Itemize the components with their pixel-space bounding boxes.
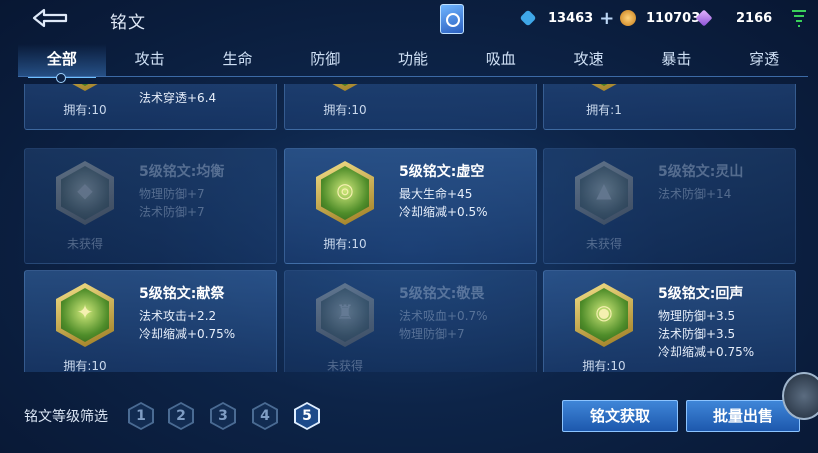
inscription-card[interactable]: V 拥有:1 xyxy=(543,84,796,130)
tab-utility[interactable]: 功能 xyxy=(369,44,457,76)
gem-icon xyxy=(695,9,713,27)
level-filter-3[interactable]: 3 xyxy=(210,402,236,430)
owned-count: 拥有:1 xyxy=(586,103,622,117)
inscription-card-void[interactable]: ◎ 5级铭文:虚空 最大生命+45 冷却缩减+0.5% 拥有:10 xyxy=(284,148,537,264)
level-number: 2 xyxy=(170,404,192,428)
inscription-emblem-icon: ▲ xyxy=(575,161,633,225)
inscription-emblem-icon: V xyxy=(56,84,114,91)
inscription-name: 5级铭文:均衡 xyxy=(139,164,225,180)
level-filter-5[interactable]: 5 xyxy=(294,402,320,430)
inscription-card-spirit-mountain[interactable]: ▲ 5级铭文:灵山 法术防御+14 未获得 xyxy=(543,148,796,264)
owned-count: 未获得 xyxy=(326,359,363,372)
level-number: 4 xyxy=(254,404,276,428)
tab-lifesteal[interactable]: 吸血 xyxy=(457,44,545,76)
inscription-name: 5级铭文:灵山 xyxy=(658,164,744,180)
owned-count: 拥有:10 xyxy=(63,359,107,372)
diamond-coupon-icon xyxy=(519,9,537,27)
inscription-emblem-icon: ◎ xyxy=(316,161,374,225)
inscription-stat: 法术吸血+0.7% xyxy=(399,309,488,323)
tab-health[interactable]: 生命 xyxy=(194,44,282,76)
inscription-emblem-icon: ✦ xyxy=(56,283,114,347)
level-number: 1 xyxy=(130,404,152,428)
inscription-stat: 物理防御+7 xyxy=(399,327,465,341)
tab-attack-speed[interactable]: 攻速 xyxy=(545,44,633,76)
inscription-card-echo[interactable]: ◉ 5级铭文:回声 物理防御+3.5 法术防御+3.5 冷却缩减+0.75% 拥… xyxy=(543,270,796,372)
inscription-stat: 最大生命+45 xyxy=(399,187,473,201)
inscription-stat: 冷却缩减+0.75% xyxy=(658,345,755,359)
inscription-stat: 冷却缩减+0.75% xyxy=(139,327,236,341)
gold-value: 110703 xyxy=(646,10,701,26)
back-arrow-icon[interactable] xyxy=(26,6,72,30)
owned-count: 未获得 xyxy=(66,237,103,251)
wifi-signal-icon xyxy=(792,10,806,28)
gem-value: 2166 xyxy=(736,10,773,26)
coupon-value: 13463 xyxy=(548,10,594,26)
tab-indicator xyxy=(56,73,66,83)
inscription-card-awe[interactable]: ♜ 5级铭文:敬畏 法术吸血+0.7% 物理防御+7 未获得 xyxy=(284,270,537,372)
inscription-stat: 法术防御+3.5 xyxy=(658,327,736,341)
level-filter-4[interactable]: 4 xyxy=(252,402,278,430)
gem-balance: 2166 xyxy=(695,8,773,28)
level-number: 3 xyxy=(212,404,234,428)
inscription-card-icon[interactable] xyxy=(440,4,464,34)
inscription-stat: 法术攻击+2.2 xyxy=(139,309,217,323)
category-tabs: 全部 攻击 生命 防御 功能 吸血 攻速 暴击 穿透 xyxy=(18,44,808,78)
tab-divider xyxy=(18,76,808,77)
inscription-name: 5级铭文:回声 xyxy=(658,286,744,302)
add-currency-button[interactable]: + xyxy=(599,8,614,29)
tab-defense[interactable]: 防御 xyxy=(281,44,369,76)
inscription-card[interactable]: V 拥有:10 xyxy=(284,84,537,130)
inscription-stat: 法术防御+7 xyxy=(139,205,205,219)
inscription-stat: 物理防御+7 xyxy=(139,187,205,201)
tab-penetration[interactable]: 穿透 xyxy=(720,44,808,76)
tab-crit[interactable]: 暴击 xyxy=(632,44,720,76)
inscription-emblem-icon: ◉ xyxy=(575,283,633,347)
inscription-stat: 物理防御+3.5 xyxy=(658,309,736,323)
inscription-stat: 冷却缩减+0.5% xyxy=(399,205,488,219)
inscription-name: 5级铭文:敬畏 xyxy=(399,286,485,302)
inscription-stat: 法术防御+14 xyxy=(658,187,732,201)
inscription-emblem-icon: ◆ xyxy=(56,161,114,225)
floating-assist-button[interactable] xyxy=(782,372,818,420)
inscription-grid: V 法术穿透+6.4 拥有:10 V 拥有:10 V 拥有:1 ◆ 5级铭文:均… xyxy=(24,84,796,372)
inscription-card[interactable]: V 法术穿透+6.4 拥有:10 xyxy=(24,84,277,130)
inscription-name: 5级铭文:虚空 xyxy=(399,164,485,180)
inscription-emblem-icon: V xyxy=(316,84,374,91)
gold-coin-icon xyxy=(620,10,636,26)
owned-count: 拥有:10 xyxy=(63,103,107,117)
level-number: 5 xyxy=(296,404,318,428)
inscription-card-sacrifice[interactable]: ✦ 5级铭文:献祭 法术攻击+2.2 冷却缩减+0.75% 拥有:10 xyxy=(24,270,277,372)
inscription-emblem-icon: V xyxy=(575,84,633,91)
coupon-balance: 13463 + xyxy=(519,8,614,29)
gold-balance: 110703 xyxy=(620,8,700,28)
tab-all[interactable]: 全部 xyxy=(18,44,106,78)
owned-count: 拥有:10 xyxy=(323,237,367,251)
inscription-card-balance[interactable]: ◆ 5级铭文:均衡 物理防御+7 法术防御+7 未获得 xyxy=(24,148,277,264)
owned-count: 拥有:10 xyxy=(582,359,626,372)
tab-attack[interactable]: 攻击 xyxy=(106,44,194,76)
level-filter-1[interactable]: 1 xyxy=(128,402,154,430)
level-filter-2[interactable]: 2 xyxy=(168,402,194,430)
top-bar: 铭文 13463 + 110703 2166 xyxy=(0,0,818,38)
inscription-name: 5级铭文:献祭 xyxy=(139,286,225,302)
inscription-emblem-icon: ♜ xyxy=(316,283,374,347)
acquire-inscription-button[interactable]: 铭文获取 xyxy=(562,400,678,432)
level-filter-label: 铭文等级筛选 xyxy=(24,409,108,425)
owned-count: 未获得 xyxy=(585,237,622,251)
inscription-stat: 法术穿透+6.4 xyxy=(139,91,217,105)
owned-count: 拥有:10 xyxy=(323,103,367,117)
page-title: 铭文 xyxy=(110,13,146,33)
